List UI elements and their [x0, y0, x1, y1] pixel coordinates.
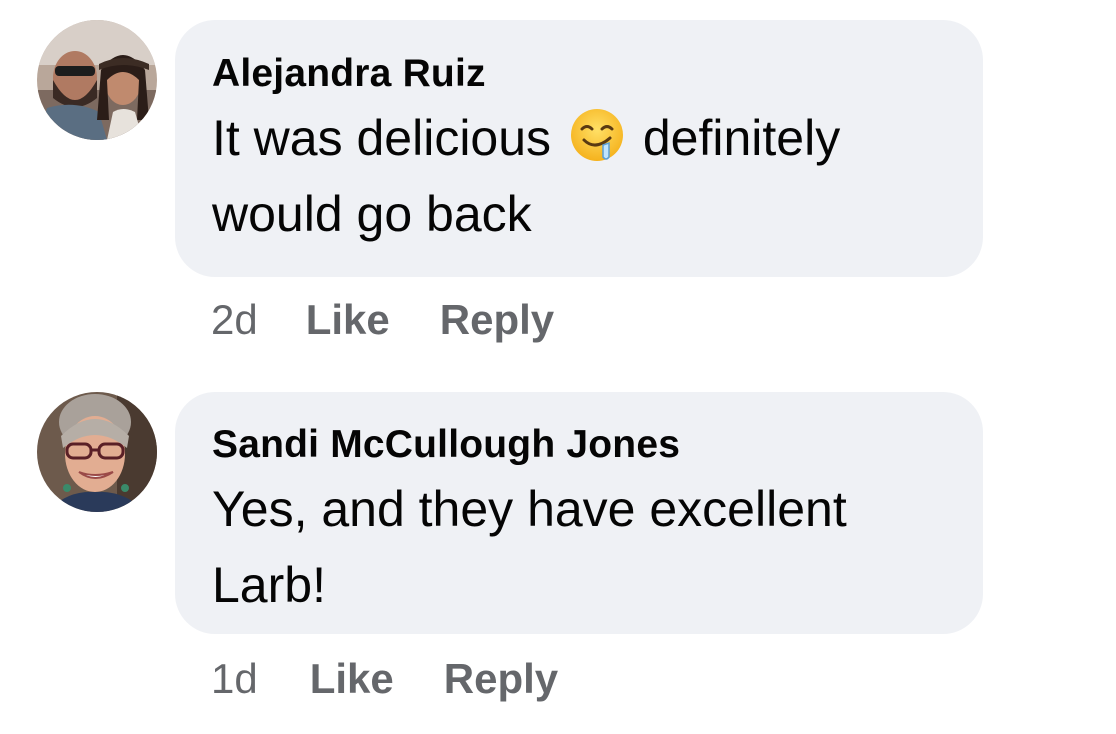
woman-with-glasses-avatar-image: [37, 392, 157, 512]
comment-text-part: It was delicious: [212, 110, 552, 166]
reply-button[interactable]: Reply: [444, 655, 558, 703]
comment-timestamp[interactable]: 2d: [211, 296, 258, 344]
comment-text: Yes, and they have excellent Larb!: [212, 481, 847, 613]
reply-button[interactable]: Reply: [440, 296, 554, 344]
comment-bubble: Alejandra Ruiz It was delicious definite…: [175, 20, 983, 277]
drooling-face-icon: [569, 107, 625, 163]
couple-selfie-avatar-image: [37, 20, 157, 140]
avatar[interactable]: [37, 392, 157, 512]
comment-text: It was delicious definitely would go bac…: [212, 100, 947, 252]
like-button[interactable]: Like: [310, 655, 394, 703]
comment-timestamp[interactable]: 1d: [211, 655, 258, 703]
comment-author[interactable]: Alejandra Ruiz: [212, 50, 947, 98]
like-button[interactable]: Like: [306, 296, 390, 344]
comment-actions: 1d Like Reply: [211, 655, 558, 703]
comment-author[interactable]: Sandi McCullough Jones: [212, 421, 947, 469]
comment-actions: 2d Like Reply: [211, 296, 554, 344]
avatar[interactable]: [37, 20, 157, 140]
comment-bubble: Sandi McCullough Jones Yes, and they hav…: [175, 392, 983, 634]
